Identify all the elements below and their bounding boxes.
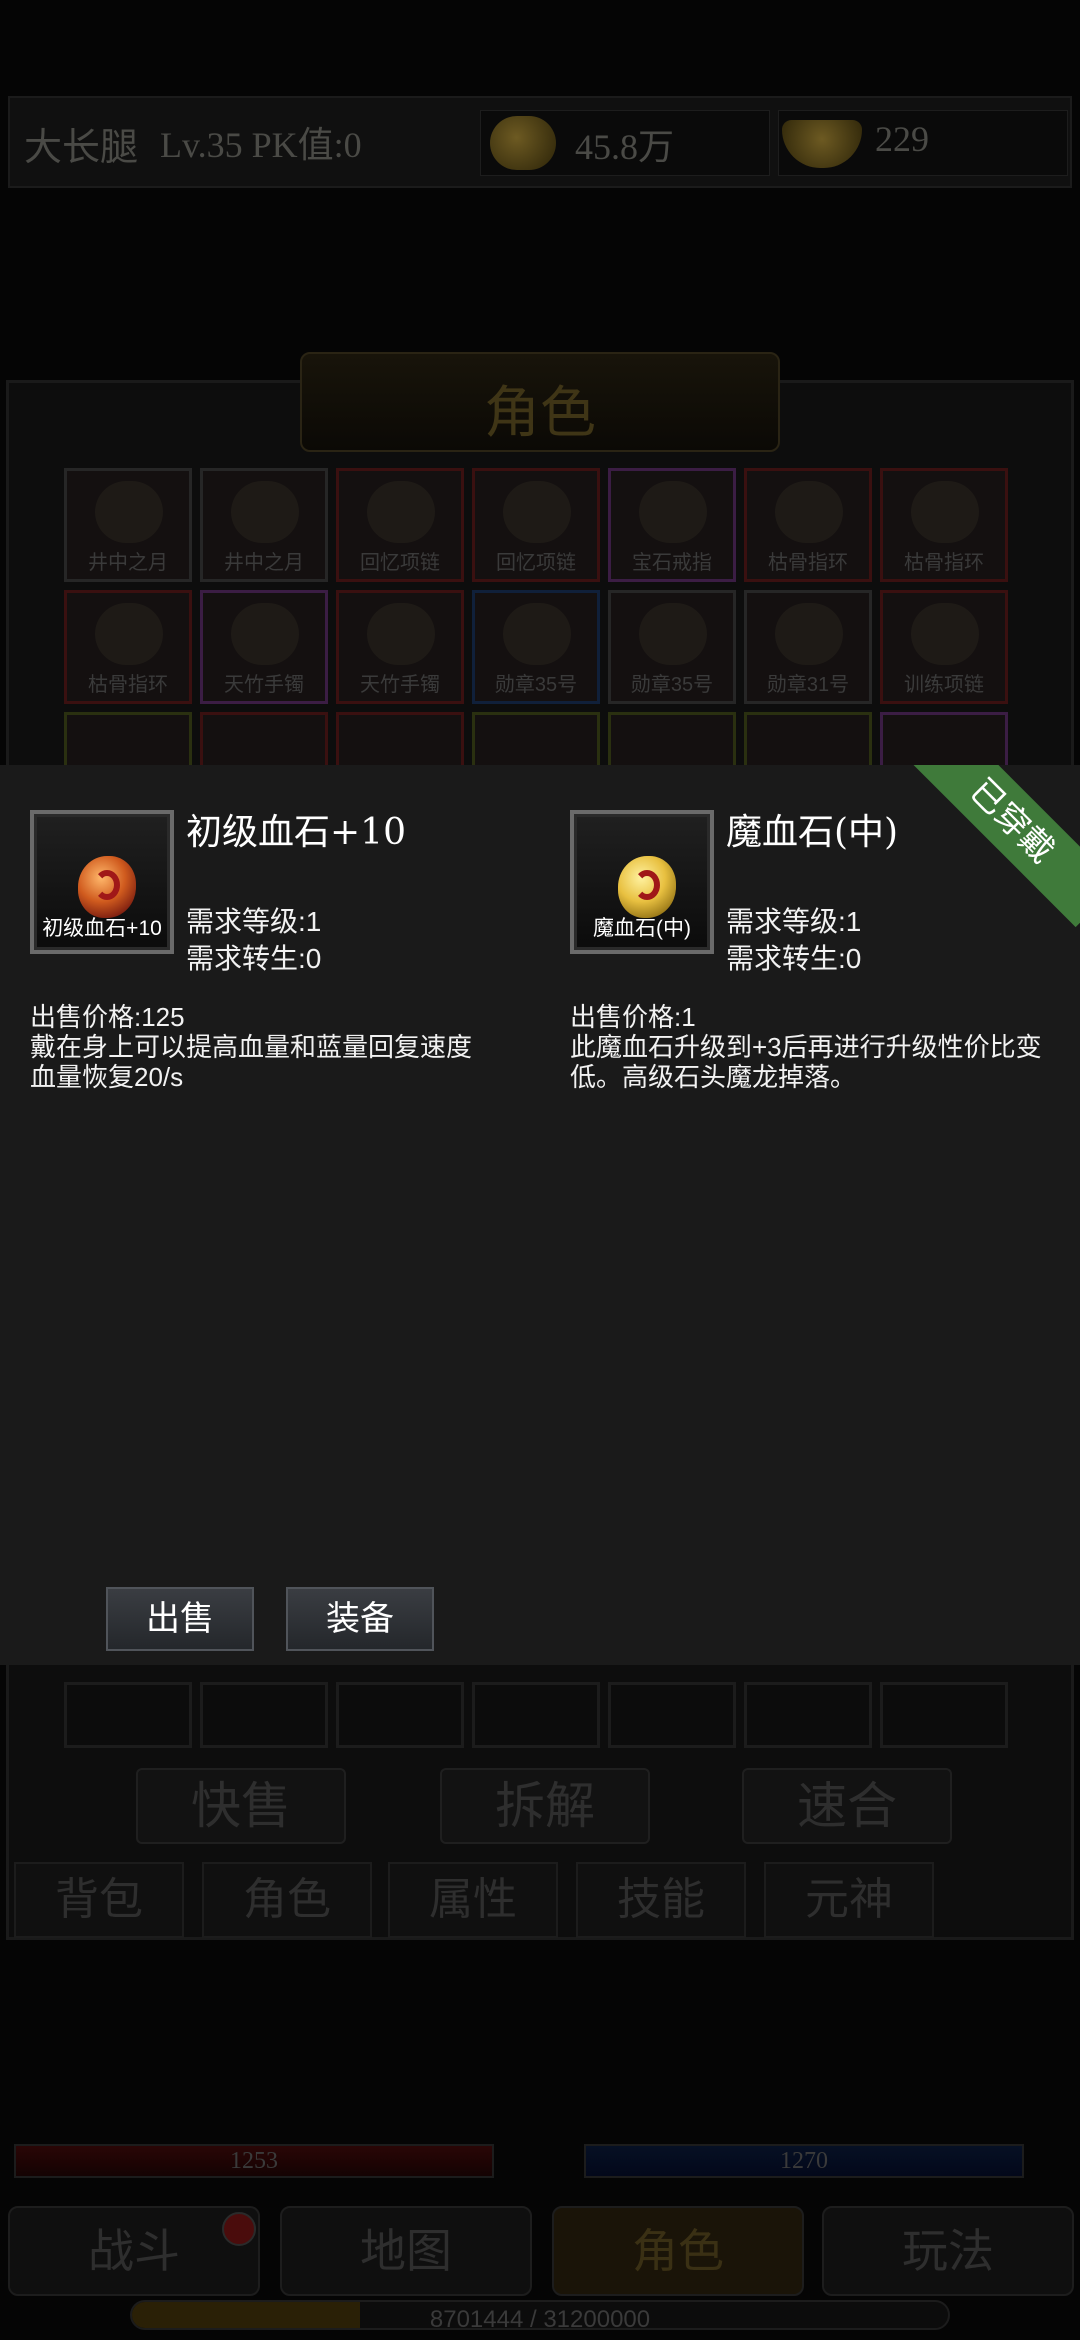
equipped-item-card: 魔血石(中) 魔血石(中) 需求等级:1 需求转生:0 出售价格:1 此魔血石升…	[540, 765, 1080, 1665]
equip-button[interactable]: 装备	[286, 1587, 434, 1651]
level-pk-text: Lv.35 PK值:0	[160, 125, 362, 165]
blood-swirl-icon	[94, 870, 120, 900]
tab-skills[interactable]: 技能	[576, 1862, 746, 1938]
current-item-desc-line-1: 戴在身上可以提高血量和蓝量回复速度	[30, 1032, 473, 1062]
mp-value: 1270	[780, 2148, 828, 2174]
player-name: 大长腿	[24, 125, 139, 169]
slot-label: 勋章35号	[494, 674, 578, 696]
equipped-item-name: 魔血石(中)	[726, 812, 899, 853]
equipment-slot[interactable]: 天竹手镯	[200, 590, 328, 704]
equipped-item-desc-text: 此魔血石升级到+3后再进行升级性价比变低。高级石头魔龙掉落。	[570, 1032, 1042, 1092]
equipped-item-icon-label: 魔血石(中)	[593, 917, 691, 940]
current-item-icon-frame: 初级血石+10	[30, 810, 174, 954]
gold-value: 45.8万	[575, 127, 675, 167]
slot-label: 回忆项链	[360, 552, 440, 574]
bag-slot[interactable]	[472, 1682, 600, 1748]
tab-role[interactable]: 角色	[202, 1862, 372, 1938]
bag-slot[interactable]	[880, 1682, 1008, 1748]
current-item-req-rebirth: 需求转生:0	[186, 943, 322, 974]
slot-label: 井中之月	[224, 552, 304, 574]
slot-label: 天竹手镯	[360, 674, 440, 696]
mp-bar: 1270	[584, 2144, 1024, 2178]
current-item-req-level: 需求等级:1	[186, 906, 322, 937]
slot-label: 井中之月	[88, 552, 168, 574]
slot-label: 枯骨指环	[768, 552, 848, 574]
slot-label: 宝石戒指	[632, 552, 712, 574]
current-item-icon-label: 初级血石+10	[42, 917, 162, 940]
slot-label: 回忆项链	[496, 552, 576, 574]
equipment-slot[interactable]: 井中之月	[200, 468, 328, 582]
notification-dot-icon	[222, 2212, 256, 2246]
equipped-item-req-level: 需求等级:1	[726, 906, 862, 937]
equipped-item-description: 出售价格:1 此魔血石升级到+3后再进行升级性价比变低。高级石头魔龙掉落。	[570, 1002, 1070, 1092]
tab-spirit[interactable]: 元神	[764, 1862, 934, 1938]
character-title: 角色	[484, 381, 596, 446]
current-item-name: 初级血石+10	[186, 812, 406, 853]
xp-text: 8701444 / 31200000	[429, 2306, 651, 2333]
current-item-card: 初级血石+10 初级血石+10 需求等级:1 需求转生:0 出售价格:125 戴…	[0, 765, 540, 1665]
equipment-slot[interactable]: 回忆项链	[336, 468, 464, 582]
slot-label: 训练项链	[904, 674, 984, 696]
equipment-slot[interactable]: 枯骨指环	[744, 468, 872, 582]
hp-bar: 1253	[14, 2144, 494, 2178]
equipment-slot[interactable]: 枯骨指环	[880, 468, 1008, 582]
dismantle-button[interactable]: 拆解	[440, 1768, 650, 1844]
slot-label: 天竹手镯	[224, 674, 304, 696]
nav-battle[interactable]: 战斗	[8, 2206, 260, 2296]
tab-bag[interactable]: 背包	[14, 1862, 184, 1938]
character-title-plate: 角色	[300, 352, 780, 452]
item-compare-modal: 初级血石+10 初级血石+10 需求等级:1 需求转生:0 出售价格:125 戴…	[0, 765, 1080, 1665]
equipment-slot[interactable]: 天竹手镯	[336, 590, 464, 704]
bag-slot[interactable]	[744, 1682, 872, 1748]
combine-button[interactable]: 速合	[742, 1768, 952, 1844]
sell-button[interactable]: 出售	[106, 1587, 254, 1651]
bag-slot[interactable]	[336, 1682, 464, 1748]
current-item-desc-line-2: 血量恢复20/s	[30, 1062, 184, 1092]
equipment-slot[interactable]: 宝石戒指	[608, 468, 736, 582]
equipment-slot[interactable]: 枯骨指环	[64, 590, 192, 704]
nav-gameplay[interactable]: 玩法	[822, 2206, 1074, 2296]
equipment-slot[interactable]: 勋章31号	[744, 590, 872, 704]
equipped-item-icon-frame: 魔血石(中)	[570, 810, 714, 954]
blood-swirl-icon	[634, 870, 660, 900]
slot-label: 勋章31号	[766, 674, 850, 696]
current-item-sell-price: 出售价格:125	[30, 1002, 185, 1032]
tab-attributes[interactable]: 属性	[388, 1862, 558, 1938]
equipped-item-sell-price: 出售价格:1	[570, 1002, 696, 1032]
quick-sell-button[interactable]: 快售	[136, 1768, 346, 1844]
current-item-description: 出售价格:125 戴在身上可以提高血量和蓝量回复速度 血量恢复20/s	[30, 1002, 530, 1092]
bag-slot[interactable]	[608, 1682, 736, 1748]
slot-label: 勋章35号	[630, 674, 714, 696]
slot-label: 枯骨指环	[904, 552, 984, 574]
slot-label: 枯骨指环	[88, 674, 168, 696]
equipment-slot[interactable]: 勋章35号	[472, 590, 600, 704]
nav-role[interactable]: 角色	[552, 2206, 804, 2296]
gold-coin-icon	[490, 116, 556, 170]
ingot-value: 229	[875, 119, 929, 159]
equipment-slot[interactable]: 井中之月	[64, 468, 192, 582]
equipment-slot[interactable]: 训练项链	[880, 590, 1008, 704]
hp-value: 1253	[230, 2148, 278, 2174]
equipped-item-req-rebirth: 需求转生:0	[726, 943, 862, 974]
bag-slot[interactable]	[64, 1682, 192, 1748]
equipment-slot[interactable]: 回忆项链	[472, 468, 600, 582]
bag-slot[interactable]	[200, 1682, 328, 1748]
nav-map[interactable]: 地图	[280, 2206, 532, 2296]
equipment-slot[interactable]: 勋章35号	[608, 590, 736, 704]
top-status-bar: 大长腿 Lv.35 PK值:0 45.8万 229	[8, 96, 1072, 188]
